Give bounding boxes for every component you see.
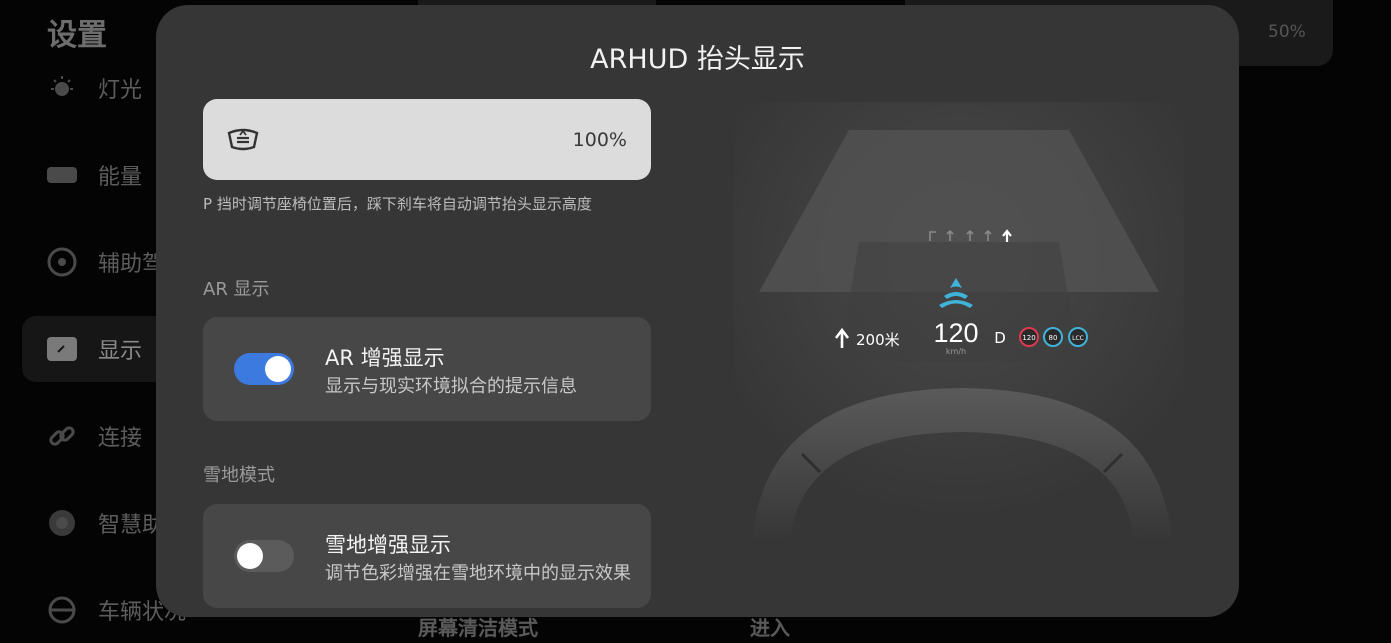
hud-speed: 120 <box>933 318 978 348</box>
ar-enhance-subtitle: 显示与现实环境拟合的提示信息 <box>325 376 577 397</box>
vehicle-status-icon <box>46 594 78 626</box>
hud-height-slider[interactable]: 100% <box>203 99 651 180</box>
smart-icon <box>46 507 78 539</box>
acc-speed-sign: 80 <box>1043 327 1063 347</box>
snow-enhance-subtitle: 调节色彩增强在雪地环境中的显示效果 <box>325 563 631 584</box>
nav-label: 显示 <box>98 339 143 364</box>
speed-limit-sign: 120 <box>1019 327 1039 347</box>
nav-label: 智慧助 <box>98 513 165 538</box>
section-snow: 雪地模式 <box>203 465 275 486</box>
display-icon <box>46 333 78 365</box>
hud-speed-unit: km/h <box>946 347 966 356</box>
battery-icon <box>46 159 78 191</box>
hud-distance: 200米 <box>856 331 900 349</box>
snow-enhance-title: 雪地增强显示 <box>325 533 451 557</box>
ar-enhance-title: AR 增强显示 <box>325 346 445 370</box>
hud-height-icon <box>227 128 259 150</box>
dialog-title: ARHUD 抬头显示 <box>590 44 805 75</box>
hud-preview: 200米 120 km/h D 120 80 LCC <box>734 102 1184 542</box>
sign-text: 80 <box>1049 334 1058 342</box>
ar-enhance-toggle[interactable] <box>234 353 294 385</box>
nav-label: 辅助驾 <box>98 252 165 277</box>
steering-assist-icon <box>46 246 78 278</box>
hud-gear: D <box>994 329 1006 347</box>
sign-text: LCC <box>1072 335 1084 342</box>
arhud-dialog: ARHUD 抬头显示 100% P 挡时调节座椅位置后，踩下刹车将自动调节抬头显… <box>156 5 1239 617</box>
nav-label: 灯光 <box>98 78 143 103</box>
hud-height-value: 100% <box>572 128 627 151</box>
lcc-sign: LCC <box>1068 327 1088 347</box>
snow-enhance-toggle[interactable] <box>234 540 294 572</box>
toggle-knob <box>265 356 291 382</box>
settings-title: 设置 <box>47 18 107 53</box>
brightness-value: 50% <box>1268 22 1306 42</box>
section-ar: AR 显示 <box>203 279 270 300</box>
sign-text: 120 <box>1022 334 1035 342</box>
ar-enhance-card: AR 增强显示 显示与现实环境拟合的提示信息 <box>203 317 651 421</box>
link-icon <box>46 420 78 452</box>
toggle-knob <box>237 543 263 569</box>
light-icon <box>46 72 78 104</box>
hud-height-hint: P 挡时调节座椅位置后，踩下刹车将自动调节抬头显示高度 <box>203 195 592 213</box>
nav-label: 能量 <box>98 165 143 190</box>
nav-label: 连接 <box>98 426 143 451</box>
snow-enhance-card: 雪地增强显示 调节色彩增强在雪地环境中的显示效果 <box>203 504 651 608</box>
